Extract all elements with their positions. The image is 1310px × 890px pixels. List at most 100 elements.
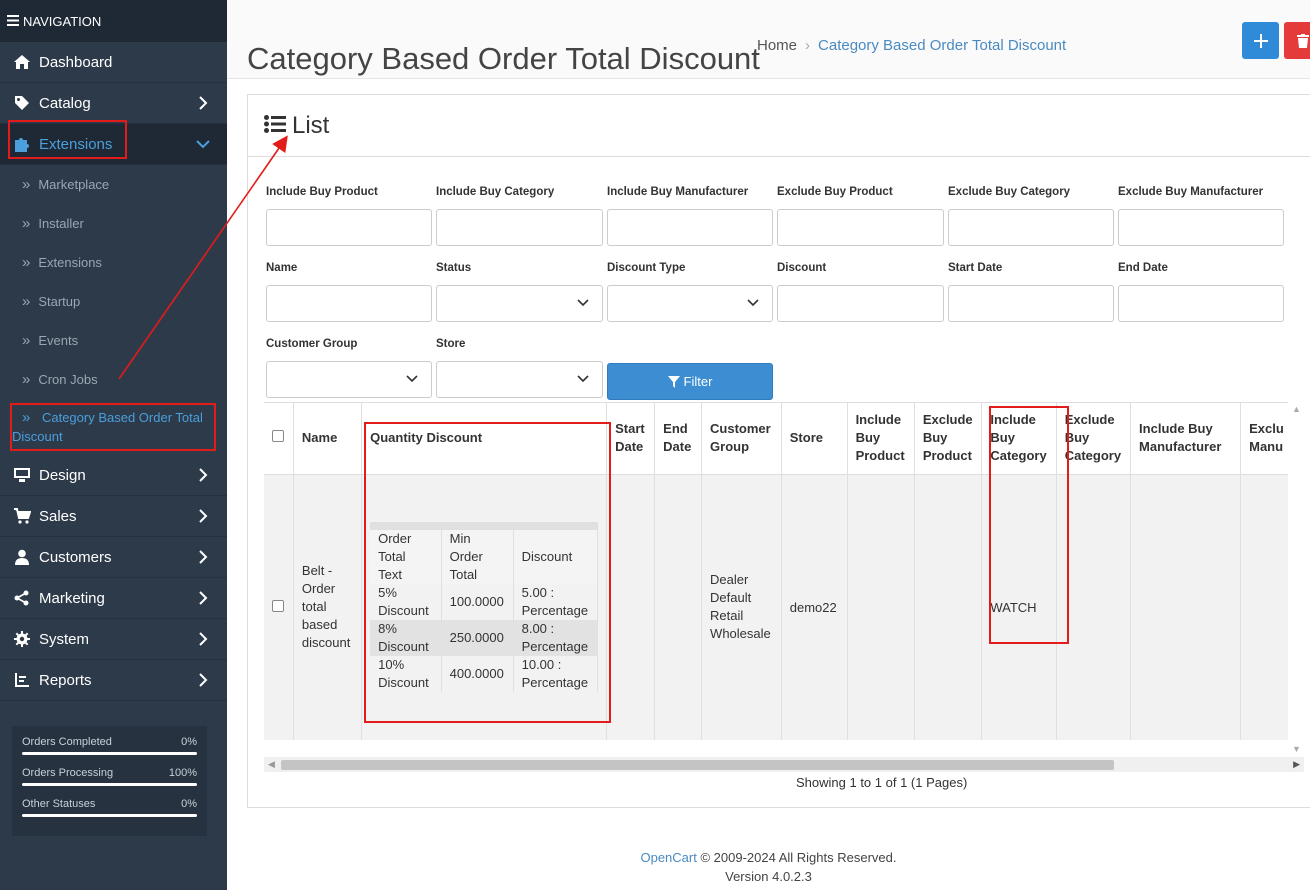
column-header-exclude-buy-product[interactable]: Exclude Buy Product [914, 403, 983, 475]
cell-quantity-discount: Order Total Text Min Order Total Discoun… [361, 474, 608, 740]
sidebar-item-label: Catalog [39, 94, 91, 112]
nested-cell-discount: 10.00 : Percentage [513, 656, 599, 693]
exclude-buy-product-input[interactable] [777, 209, 944, 246]
monitor-icon [12, 467, 32, 483]
share-icon [12, 590, 32, 606]
row-checkbox[interactable] [272, 599, 284, 612]
cell-include-buy-manufacturer [1130, 474, 1242, 740]
nested-cell-min: 250.0000 [441, 620, 514, 657]
stat-orders-processing: Orders Processing 100% [22, 767, 197, 786]
end-date-input[interactable] [1118, 285, 1284, 322]
customer-group-select[interactable] [266, 361, 432, 398]
horizontal-scrollbar[interactable]: ◀ ▶ [264, 757, 1304, 772]
filter-label: Exclude Buy Product [777, 186, 893, 198]
nested-header-text: Order Total Text [370, 530, 442, 585]
column-header-quantity-discount[interactable]: Quantity Discount [361, 403, 608, 475]
name-input[interactable] [266, 285, 432, 322]
sidebar-item-dashboard[interactable]: Dashboard [0, 42, 227, 83]
breadcrumb-home-link[interactable]: Home [757, 37, 797, 54]
sidebar-subitem-label: Extensions [38, 255, 102, 270]
nav-header[interactable]: NAVIGATION [0, 0, 227, 42]
stat-label: Orders Processing [22, 767, 114, 779]
column-header-exclude-buy-category[interactable]: Exclude Buy Category [1056, 403, 1132, 475]
bar-chart-icon [12, 672, 32, 688]
chevron-right-icon [199, 591, 208, 605]
column-header-end-date[interactable]: End Date [654, 403, 703, 475]
scroll-up-icon[interactable]: ▲ [1292, 404, 1301, 414]
breadcrumb-current-link[interactable]: Category Based Order Total Discount [818, 37, 1066, 54]
sidebar-item-catalog[interactable]: Catalog [0, 83, 227, 124]
double-chevron-icon: » [22, 215, 30, 232]
vertical-scrollbar[interactable]: ▲ ▼ [1288, 402, 1304, 754]
sidebar: NAVIGATION Dashboard Catalog Extensions … [0, 0, 227, 890]
table-container[interactable]: Name Quantity Discount Start Date End Da… [264, 402, 1304, 740]
footer-copyright: OpenCart © 2009-2024 All Rights Reserved… [227, 848, 1310, 867]
sidebar-subitem-label: Marketplace [38, 177, 110, 192]
sidebar-item-label: Marketing [39, 589, 105, 607]
discount-type-select[interactable] [607, 285, 773, 322]
sidebar-subitem-marketplace[interactable]: » Marketplace [0, 165, 227, 204]
main-content: Category Based Order Total Discount Home… [227, 0, 1310, 890]
scrollbar-thumb[interactable] [281, 760, 1114, 770]
nested-topbar-cell [441, 522, 514, 531]
plus-icon [1253, 33, 1268, 48]
list-panel: List Include Buy Product Include Buy Cat… [247, 94, 1310, 808]
scroll-left-icon[interactable]: ◀ [268, 759, 275, 770]
select-all-checkbox[interactable] [272, 430, 284, 443]
panel-title: List [292, 111, 330, 139]
exclude-buy-manufacturer-input[interactable] [1118, 209, 1284, 246]
scroll-down-icon[interactable]: ▼ [1292, 744, 1301, 754]
stat-orders-completed: Orders Completed 0% [22, 736, 197, 755]
cell-include-buy-product [847, 474, 915, 740]
double-chevron-icon: » [22, 176, 30, 193]
start-date-input[interactable] [948, 285, 1114, 322]
sidebar-item-extensions[interactable]: Extensions [0, 124, 227, 165]
sidebar-item-design[interactable]: Design [0, 455, 227, 496]
include-buy-category-input[interactable] [436, 209, 603, 246]
sidebar-subitem-startup[interactable]: » Startup [0, 282, 227, 321]
sidebar-subitem-category-discount[interactable]: » Category Based Order Total Discount [0, 399, 227, 455]
include-buy-manufacturer-input[interactable] [607, 209, 773, 246]
filter-button[interactable]: Filter [607, 363, 773, 400]
store-select[interactable] [436, 361, 603, 398]
page-title: Category Based Order Total Discount [247, 40, 760, 76]
gear-icon [12, 631, 32, 647]
nested-row: 5% Discount 100.0000 5.00 : Percentage [370, 584, 599, 621]
scroll-right-icon[interactable]: ▶ [1293, 759, 1300, 770]
include-buy-product-input[interactable] [266, 209, 432, 246]
column-header-include-buy-manufacturer[interactable]: Include Buy Manufacturer [1130, 403, 1242, 475]
column-header-include-buy-product[interactable]: Include Buy Product [847, 403, 915, 475]
nested-topbar-cell [513, 522, 599, 531]
status-select[interactable] [436, 285, 603, 322]
column-header-store[interactable]: Store [781, 403, 848, 475]
filter-label: Store [436, 338, 466, 350]
filter-label: Customer Group [266, 338, 358, 350]
sidebar-subitem-installer[interactable]: » Installer [0, 204, 227, 243]
exclude-buy-category-input[interactable] [948, 209, 1114, 246]
column-header-start-date[interactable]: Start Date [606, 403, 656, 475]
chevron-right-icon [199, 632, 208, 646]
sidebar-subitem-text: Category Based Order Total Discount [12, 410, 203, 444]
sidebar-subitem-extensions[interactable]: » Extensions [0, 243, 227, 282]
sidebar-item-reports[interactable]: Reports [0, 660, 227, 701]
sidebar-item-system[interactable]: System [0, 619, 227, 660]
nested-cell-text: 8% Discount [370, 620, 442, 657]
cell-include-buy-category: WATCH [981, 474, 1057, 740]
column-header-customer-group[interactable]: Customer Group [701, 403, 782, 475]
sidebar-item-customers[interactable]: Customers [0, 537, 227, 578]
sidebar-item-marketing[interactable]: Marketing [0, 578, 227, 619]
opencart-link[interactable]: OpenCart [640, 850, 696, 865]
nested-row: 8% Discount 250.0000 8.00 : Percentage [370, 620, 599, 657]
nested-cell-discount: 8.00 : Percentage [513, 620, 599, 657]
sidebar-subitem-events[interactable]: » Events [0, 321, 227, 360]
add-button[interactable] [1242, 22, 1279, 59]
sidebar-item-sales[interactable]: Sales [0, 496, 227, 537]
sidebar-item-label: Extensions [39, 135, 113, 153]
discount-input[interactable] [777, 285, 944, 322]
sidebar-subitem-cron-jobs[interactable]: » Cron Jobs [0, 360, 227, 399]
pagination-text: Showing 1 to 1 of 1 (1 Pages) [796, 775, 968, 790]
column-header-name[interactable]: Name [293, 403, 363, 475]
sidebar-subitem-label: Startup [38, 294, 81, 309]
column-header-include-buy-category[interactable]: Include Buy Category [981, 403, 1057, 475]
delete-button[interactable] [1284, 22, 1310, 59]
